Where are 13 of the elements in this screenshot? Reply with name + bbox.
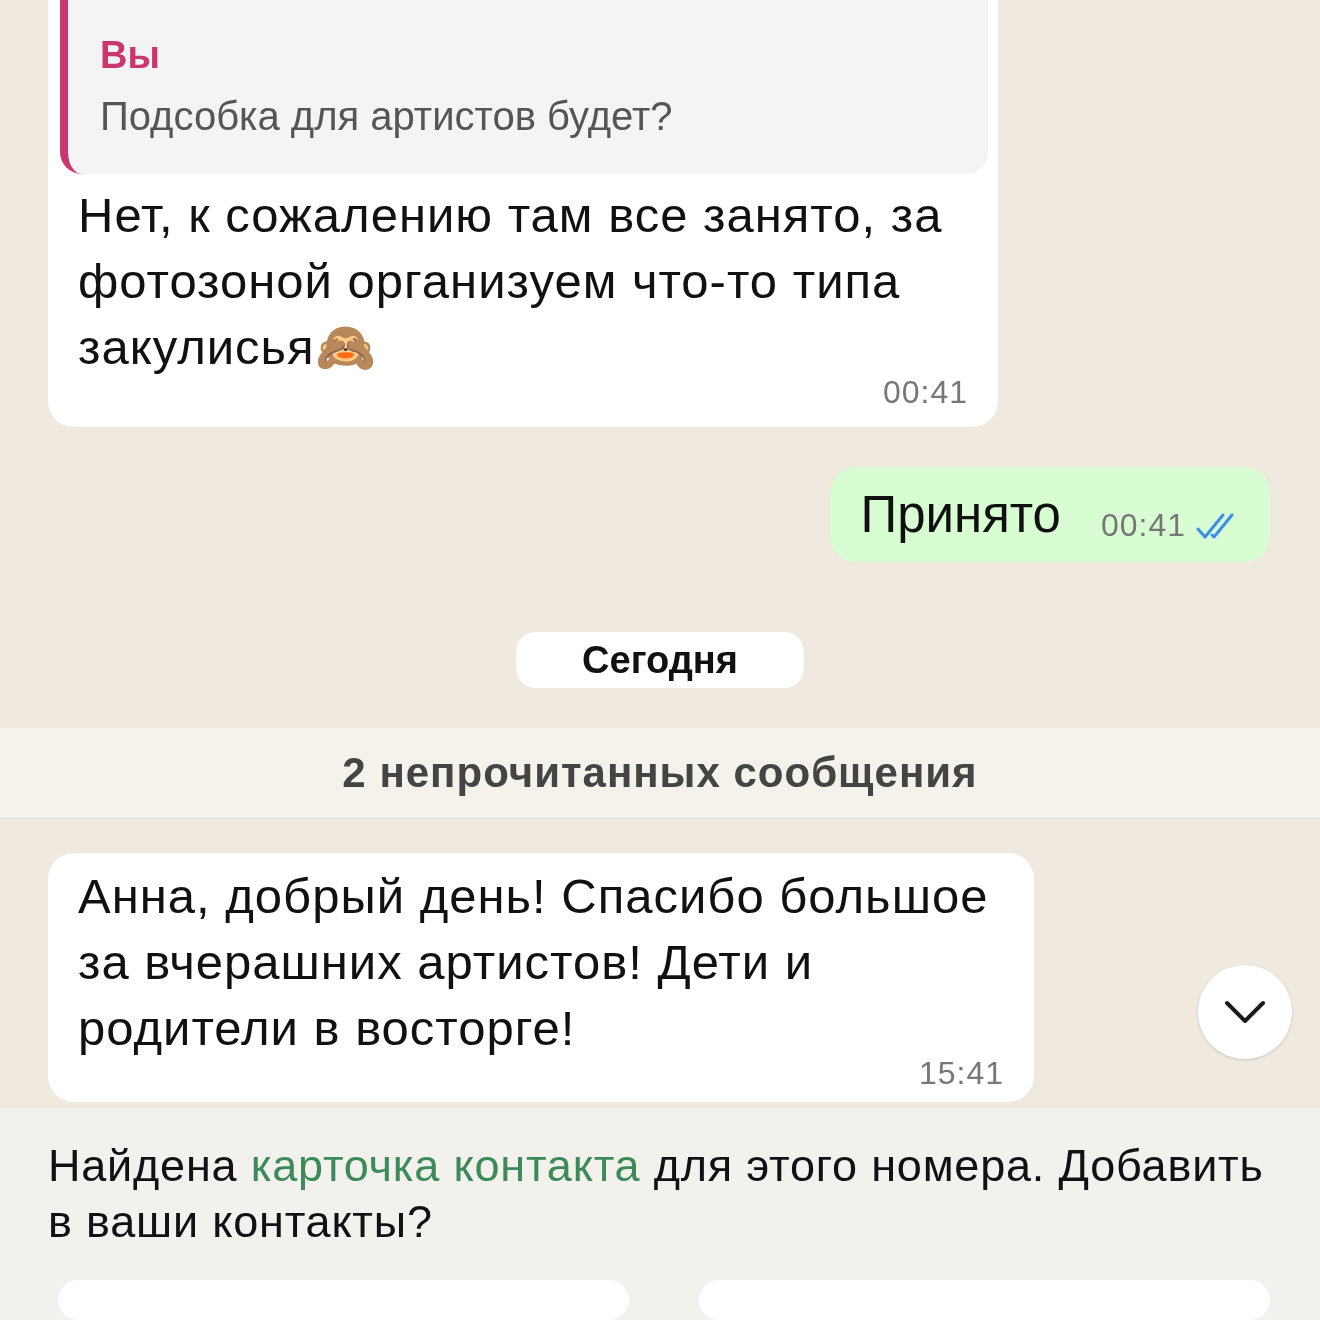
message-text: Нет, к сожалению там все занято, за фотозоной организуем что-то типа закулисья🙈 (78, 187, 944, 376)
message-time: 00:41 (882, 374, 968, 411)
date-label: Сегодня (516, 632, 804, 688)
quoted-message[interactable]: Вы Подсобка для артистов будет? (60, 0, 988, 174)
message-text: Анна, добрый день! Спасибо большое за вчерашних артистов! Дети и родители в восторге! (78, 868, 990, 1057)
quote-text: Подсобка для артистов будет? (100, 93, 674, 140)
contact-notice: Найдена карточка контакта для этого номера. Добавить в ваши контакты? (48, 1139, 1265, 1249)
unread-messages-divider: 2 непрочитанных сообщения (342, 749, 978, 797)
contact-card-link[interactable]: карточка контакта (250, 1140, 641, 1191)
quote-author: Вы (100, 33, 161, 78)
message-time: 15:41 (918, 1055, 1004, 1092)
message-text: Принято (860, 486, 1061, 543)
message-time: 00:41 (1100, 507, 1186, 544)
